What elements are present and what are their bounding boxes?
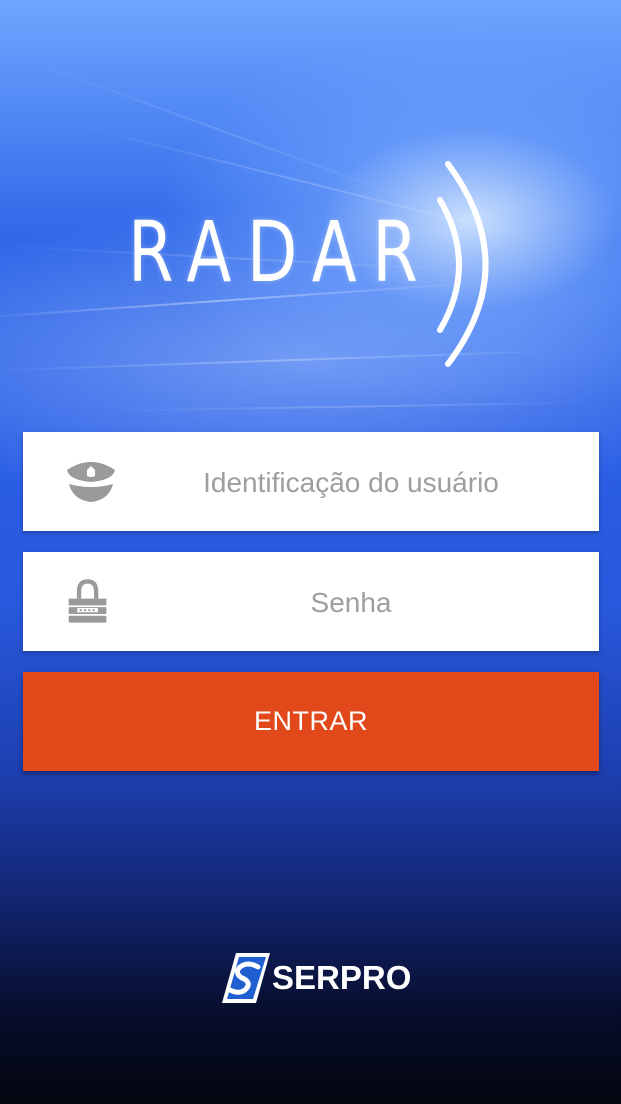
serpro-emblem-icon [222,953,270,1003]
radar-logo-text: RADAR [128,203,434,301]
username-input[interactable] [133,432,569,533]
login-button[interactable]: ENTRAR [23,672,599,771]
background-streak [99,401,600,412]
login-screen: RADAR ENTRAR [0,0,621,1104]
radar-logo: RADAR [128,160,508,370]
username-field[interactable] [23,432,599,533]
police-cap-icon [67,462,115,502]
serpro-logo-text: SERPRO [272,959,412,996]
serpro-logo: SERPRO [222,952,411,1004]
password-input[interactable] [133,552,569,653]
password-field[interactable] [23,552,599,653]
radar-waves-icon [437,161,489,367]
padlock-icon [68,579,107,623]
